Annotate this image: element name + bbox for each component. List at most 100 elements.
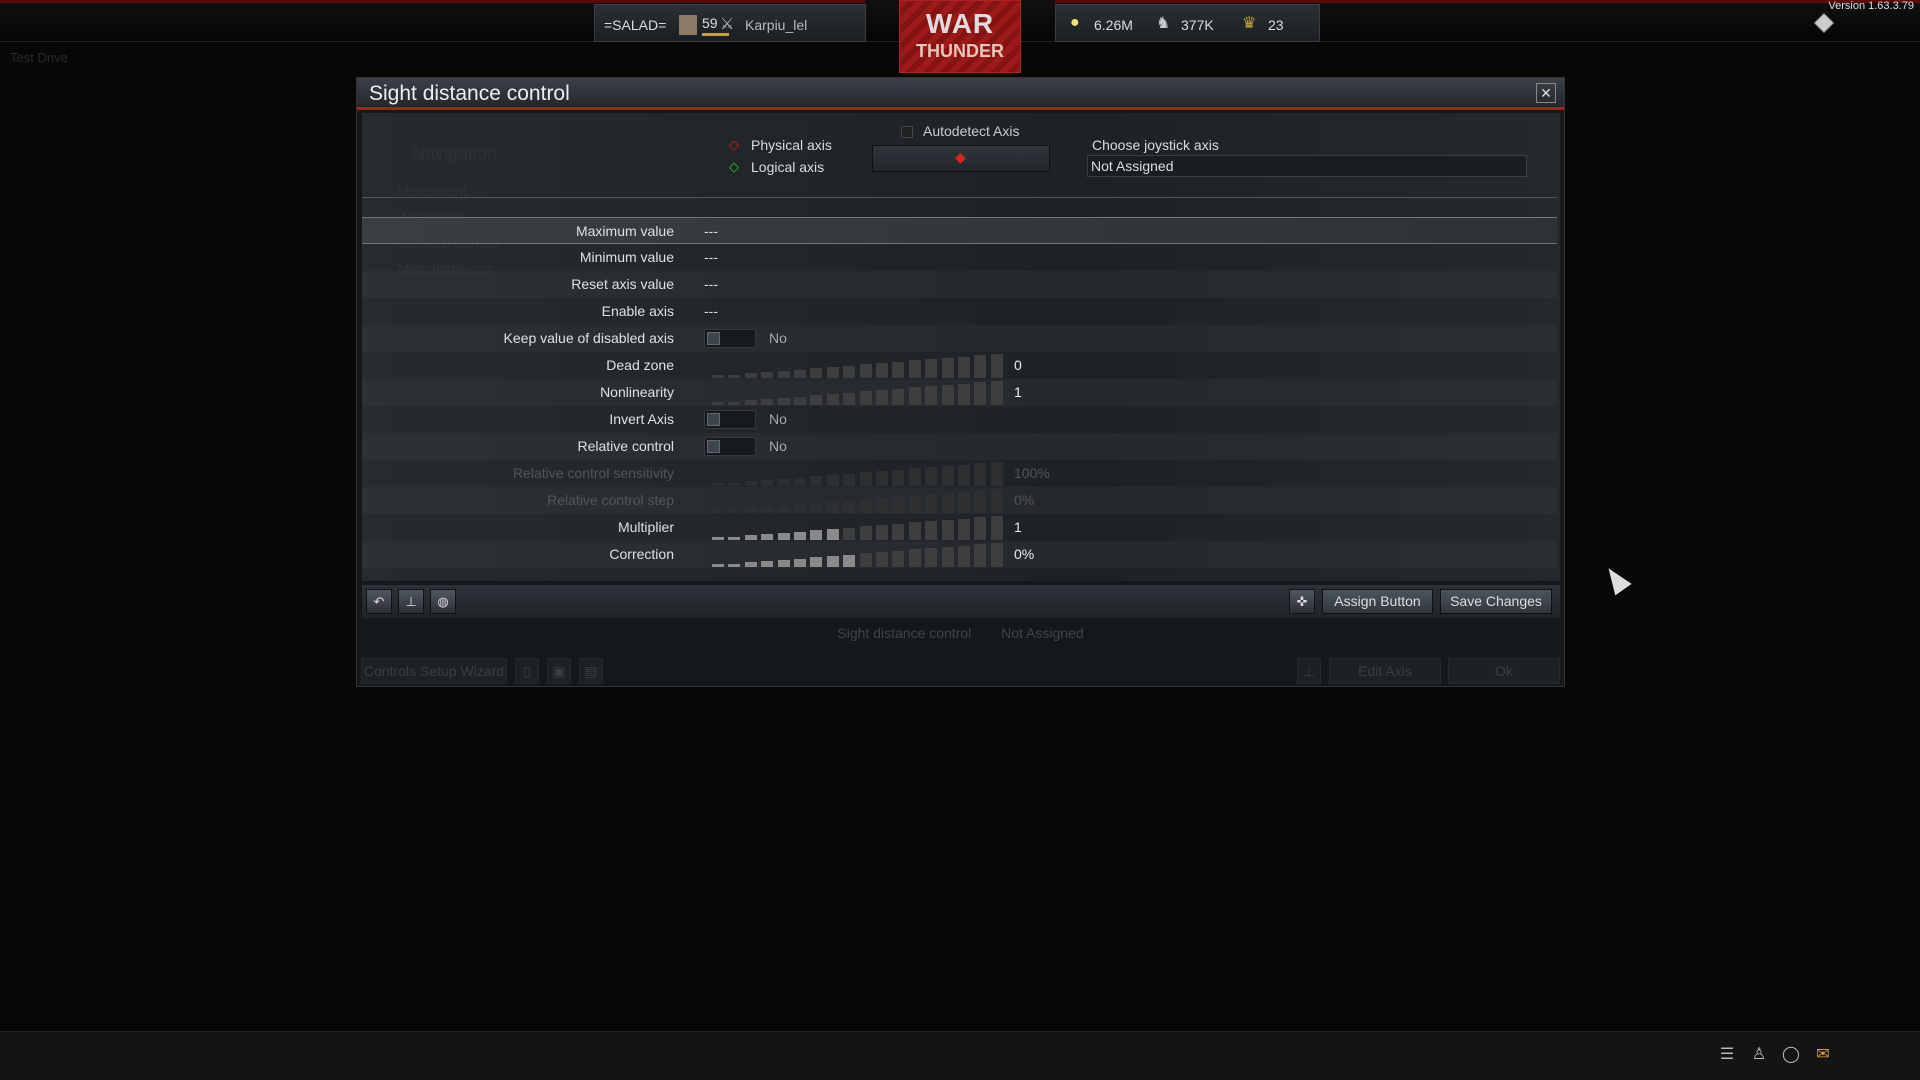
slider-segment xyxy=(843,527,856,540)
slider-segment xyxy=(908,522,921,540)
slider-segment xyxy=(958,518,970,540)
toggle-switch[interactable] xyxy=(704,410,756,429)
slider-segment xyxy=(794,558,806,567)
chat-icon[interactable]: ◯ xyxy=(1779,1044,1803,1068)
segmented-slider[interactable] xyxy=(712,380,1008,405)
squadron-tag[interactable]: =SALAD= xyxy=(604,17,666,33)
physical-axis-icon: ◇ xyxy=(729,137,739,152)
slider-segment xyxy=(777,370,790,378)
slider-segment xyxy=(892,550,905,567)
slider-segment xyxy=(728,482,741,486)
ok-button[interactable]: Ok xyxy=(1448,658,1560,684)
slider-segment xyxy=(941,546,954,567)
slider-segment xyxy=(990,461,1003,486)
setting-row[interactable]: Reset axis value --- xyxy=(362,271,1557,298)
player-rank: 59 xyxy=(702,15,718,31)
slider-segment xyxy=(974,382,987,405)
slider-value: 0% xyxy=(1014,492,1035,508)
toggle-switch[interactable] xyxy=(704,437,756,456)
edit-axis-button[interactable]: Edit Axis xyxy=(1329,658,1441,684)
setting-row[interactable]: Relative control sensitivity 100% xyxy=(362,460,1557,487)
slider-segment xyxy=(859,526,872,540)
golden-eagles: 23 xyxy=(1268,17,1284,33)
slider-segment xyxy=(794,531,806,540)
slider-segment xyxy=(777,478,790,486)
new-preset-icon[interactable]: ▯ xyxy=(515,658,539,684)
toggle-knob xyxy=(707,332,720,345)
mail-icon[interactable]: ✉ xyxy=(1811,1044,1835,1068)
contacts-icon[interactable]: ♙ xyxy=(1747,1044,1771,1068)
player-avatar[interactable] xyxy=(679,15,697,35)
slider-segment xyxy=(794,396,806,405)
slider-segment xyxy=(810,503,823,513)
slider-segment xyxy=(826,501,839,513)
reset-icon[interactable]: ↶ xyxy=(366,589,392,614)
slider-value: 1 xyxy=(1014,519,1022,535)
controls-wizard-button[interactable]: Controls Setup Wizard xyxy=(361,658,507,684)
slider-segment xyxy=(826,366,839,378)
settings-icon[interactable] xyxy=(1813,12,1835,34)
setting-value: --- xyxy=(704,303,718,319)
setting-row[interactable]: Minimum value --- xyxy=(362,244,1557,271)
setting-row[interactable]: Correction 0% xyxy=(362,541,1557,568)
silver-lions: 6.26M xyxy=(1094,17,1133,33)
slider-segment xyxy=(810,530,823,540)
slider-segment xyxy=(892,496,905,513)
segmented-slider[interactable] xyxy=(712,515,1008,540)
joystick-icon[interactable]: ⊥ xyxy=(1297,658,1321,684)
slider-segment xyxy=(925,359,938,378)
setting-row[interactable]: Relative control step 0% xyxy=(362,487,1557,514)
setting-row[interactable]: Nonlinearity 1 xyxy=(362,379,1557,406)
axis-position-icon: ◆ xyxy=(955,149,966,165)
research-points: 377K xyxy=(1181,17,1214,33)
joystick-axis-select[interactable]: Not Assigned xyxy=(1087,155,1527,177)
segmented-slider[interactable] xyxy=(712,353,1008,378)
setting-row[interactable]: Invert Axis No xyxy=(362,406,1557,433)
setting-label: Dead zone xyxy=(606,357,674,373)
slider-segment xyxy=(810,395,823,405)
setting-row[interactable]: Maximum value --- xyxy=(362,217,1557,244)
slider-segment xyxy=(859,391,872,405)
slider-segment xyxy=(859,499,872,513)
globe-icon[interactable]: ◍ xyxy=(430,589,456,614)
slider-segment xyxy=(974,355,987,378)
autodetect-checkbox[interactable] xyxy=(901,126,913,138)
slider-segment xyxy=(876,390,888,405)
slider-segment xyxy=(925,521,938,540)
setting-label: Relative control xyxy=(577,438,675,454)
slider-segment xyxy=(810,476,823,486)
background-controls-bar: Controls Setup Wizard ▯ ▣ ▤ ⊥ Edit Axis … xyxy=(357,656,1564,688)
player-name[interactable]: Karpiu_lel xyxy=(745,17,807,33)
lion-icon: ♞ xyxy=(1156,15,1171,32)
list-icon[interactable]: ☰ xyxy=(1715,1044,1739,1068)
choose-axis-label: Choose joystick axis xyxy=(1092,137,1219,153)
setting-row[interactable]: Keep value of disabled axis No xyxy=(362,325,1557,352)
close-button[interactable]: ✕ xyxy=(1536,83,1556,103)
slider-segment xyxy=(859,553,872,567)
slider-segment xyxy=(777,532,790,540)
segmented-slider[interactable] xyxy=(712,461,1008,486)
setting-row[interactable]: Dead zone 0 xyxy=(362,352,1557,379)
save-icon[interactable]: ▣ xyxy=(547,658,571,684)
setting-row[interactable]: Multiplier 1 xyxy=(362,514,1557,541)
segmented-slider[interactable] xyxy=(712,542,1008,567)
setting-row[interactable]: Relative control No xyxy=(362,433,1557,460)
joystick-clear-icon[interactable]: ⊥ xyxy=(398,589,424,614)
slider-segment xyxy=(728,401,741,405)
slider-segment xyxy=(925,548,938,567)
slider-segment xyxy=(974,517,987,540)
segmented-slider[interactable] xyxy=(712,488,1008,513)
slider-segment xyxy=(744,562,757,567)
open-folder-icon[interactable]: ▤ xyxy=(579,658,603,684)
assign-button[interactable]: Assign Button xyxy=(1322,589,1433,614)
toggle-switch[interactable] xyxy=(704,329,756,348)
slider-segment xyxy=(958,545,970,567)
slider-segment xyxy=(958,383,970,405)
status-control-value: Not Assigned xyxy=(1001,625,1084,641)
save-changes-button[interactable]: Save Changes xyxy=(1440,589,1552,614)
setting-row[interactable]: Enable axis --- xyxy=(362,298,1557,325)
gamepad-clear-icon[interactable]: ✜ xyxy=(1289,589,1315,614)
slider-segment xyxy=(744,535,757,540)
slider-segment xyxy=(810,557,823,567)
slider-value: 100% xyxy=(1014,465,1050,481)
